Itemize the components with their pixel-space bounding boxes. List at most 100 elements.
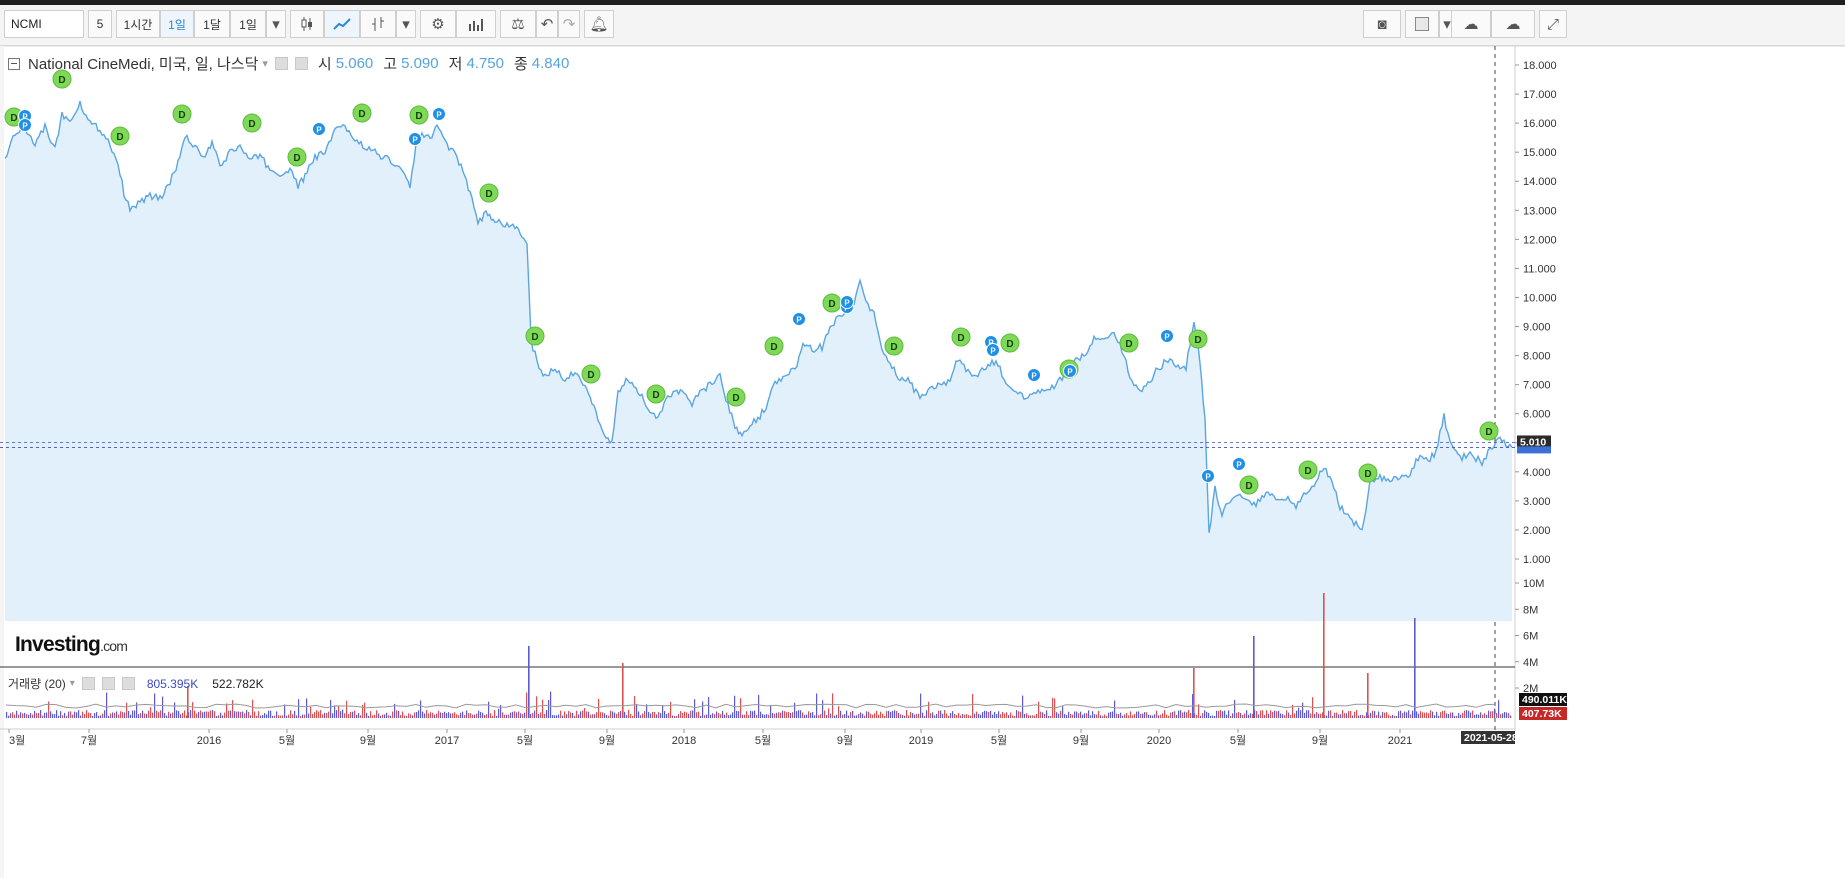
candle-chart-button[interactable] — [290, 10, 324, 38]
volume-bar — [1336, 712, 1338, 718]
volume-bar — [824, 710, 826, 718]
chart-type-dropdown[interactable]: ▾ — [396, 10, 416, 38]
volume-bar — [32, 714, 34, 718]
volume-bar — [668, 712, 670, 718]
range-button[interactable]: 1일 — [230, 10, 266, 38]
volume-bar — [202, 712, 204, 718]
volume-bar — [1220, 710, 1222, 718]
interval-1m-button[interactable]: 1달 — [194, 10, 230, 38]
gear-icon[interactable] — [294, 57, 308, 70]
svg-text:D: D — [1194, 335, 1201, 346]
volume-bar — [1430, 710, 1432, 718]
volume-bar — [296, 715, 298, 718]
symbol-input[interactable]: NCMI — [4, 10, 84, 38]
volume-bar — [384, 714, 386, 718]
chevron-down-icon: ▾ — [402, 16, 410, 33]
line-chart-button[interactable] — [324, 10, 360, 38]
volume-bar — [1078, 713, 1080, 718]
range-dropdown[interactable]: ▾ — [266, 10, 286, 38]
chevron-down-icon[interactable]: ▾ — [262, 57, 268, 70]
undo-button[interactable]: ↶ — [536, 10, 558, 38]
interval-1d-button[interactable]: 1일 — [160, 10, 194, 38]
volume-bar — [1420, 711, 1422, 718]
volume-bar — [204, 711, 206, 718]
redo-button[interactable]: ↷ — [558, 10, 580, 38]
volume-bar — [796, 711, 798, 718]
volume-bar — [1060, 711, 1062, 718]
cloud-download-button[interactable]: ☁ — [1451, 10, 1491, 38]
eye-icon[interactable] — [81, 677, 95, 690]
volume-bar — [458, 715, 460, 718]
bar-chart-button[interactable] — [360, 10, 396, 38]
price-tick-label: 9.000 — [1523, 322, 1551, 334]
settings-button[interactable]: ⚙ — [420, 10, 456, 38]
split-marker: P — [1232, 457, 1246, 471]
volume-bar — [1400, 710, 1402, 718]
volume-bar — [1264, 714, 1266, 718]
volume-bar — [176, 710, 178, 718]
fullscreen-button[interactable]: ⤢ — [1539, 10, 1567, 38]
volume-bar — [934, 715, 936, 718]
volume-bar — [1274, 710, 1276, 718]
volume-bar — [1140, 713, 1142, 718]
volume-bar — [466, 710, 468, 718]
volume-bar — [1070, 713, 1072, 718]
volume-bar — [42, 715, 44, 718]
volume-bar — [1310, 713, 1312, 718]
volume-bar — [300, 715, 302, 718]
volume-bar — [550, 691, 552, 718]
alert-button[interactable]: 🔔︎ — [584, 10, 614, 38]
chevron-down-icon[interactable]: ▾ — [70, 678, 75, 689]
svg-text:P: P — [22, 122, 28, 131]
volume-bar — [1196, 714, 1198, 718]
volume-bar — [1474, 714, 1476, 718]
volume-bar — [1176, 715, 1178, 718]
volume-bar — [66, 715, 68, 718]
split-marker: P — [1160, 329, 1174, 343]
volume-bar — [250, 715, 252, 718]
volume-bar — [144, 713, 146, 718]
close-icon[interactable] — [121, 677, 135, 690]
volume-bar — [1348, 711, 1350, 718]
price-chart[interactable]: 18.000 17.000 16.000 15.000 14.000 13.000 12.0… — [0, 45, 1845, 878]
volume-bar — [22, 713, 24, 718]
volume-bar — [1204, 710, 1206, 718]
svg-text:D: D — [770, 342, 777, 353]
volume-bar — [1356, 710, 1358, 718]
screenshot-button[interactable]: ◙ — [1363, 10, 1401, 38]
layout-button[interactable] — [1405, 10, 1439, 38]
collapse-icon[interactable] — [8, 57, 20, 70]
volume-bar — [1508, 713, 1510, 718]
volume-bar — [230, 710, 232, 718]
volume-bar — [598, 698, 600, 718]
compare-button[interactable]: ⚖ — [500, 10, 536, 38]
gear-icon[interactable] — [101, 677, 115, 690]
chart-area[interactable]: 18.000 17.000 16.000 15.000 14.000 13.000 12.0… — [0, 45, 1845, 878]
volume-bar — [682, 712, 684, 718]
volume-bar — [1150, 715, 1152, 718]
volume-bar — [866, 711, 868, 718]
volume-bar — [760, 711, 762, 718]
volume-bar — [922, 712, 924, 718]
volume-bar — [1000, 714, 1002, 718]
volume-bar — [1454, 715, 1456, 718]
svg-text:P: P — [1205, 473, 1211, 482]
dividend-marker: D — [951, 327, 971, 347]
interval-1h-button[interactable]: 1시간 — [116, 10, 160, 38]
indicators-button[interactable] — [456, 10, 496, 38]
volume-bar — [1290, 714, 1292, 718]
cloud-upload-button[interactable]: ☁ — [1491, 10, 1535, 38]
volume-bar — [634, 696, 636, 718]
interval-value[interactable]: 5 — [88, 10, 112, 38]
volume-bar — [1066, 715, 1068, 718]
volume-bar — [884, 715, 886, 718]
volume-bar — [1384, 712, 1386, 718]
volume-bar — [974, 713, 976, 718]
volume-bar — [1120, 712, 1122, 718]
volume-bar — [234, 711, 236, 718]
eye-icon[interactable] — [274, 57, 288, 70]
volume-bar — [932, 712, 934, 718]
volume-bar — [1250, 713, 1252, 718]
volume-bar — [92, 715, 94, 718]
volume-bar — [1354, 711, 1356, 718]
